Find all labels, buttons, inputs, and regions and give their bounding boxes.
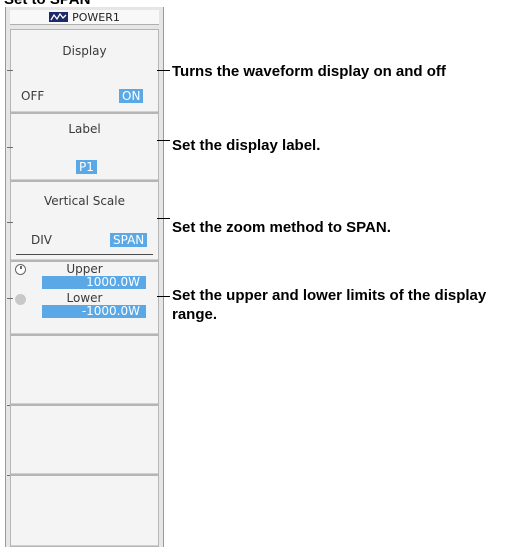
vertical-scale-span-option[interactable]: SPAN <box>110 233 148 247</box>
display-title: Display <box>62 44 107 58</box>
callout-display: Turns the waveform display on and off <box>172 63 446 80</box>
menu-title: POWER1 <box>72 10 120 24</box>
vertical-scale-softkey[interactable]: Vertical Scale DIV SPAN <box>7 181 159 261</box>
upper-label: Upper <box>66 262 103 276</box>
leader-line-label <box>157 140 170 141</box>
upper-value[interactable]: 1000.0W <box>42 276 146 289</box>
divider <box>16 254 153 255</box>
lower-label: Lower <box>66 291 103 305</box>
leader-line-display <box>157 70 170 71</box>
leader-line-vertical-scale <box>157 218 170 219</box>
empty-softkey-2[interactable] <box>7 405 159 476</box>
label-title: Label <box>68 122 101 136</box>
limits-softkey[interactable]: Upper 1000.0W Lower -1000.0W <box>7 261 159 335</box>
leader-line-limits <box>157 296 170 297</box>
empty-softkey-1[interactable] <box>7 335 159 406</box>
label-value[interactable]: P1 <box>76 160 97 174</box>
callout-vertical-scale: Set the zoom method to SPAN. <box>172 219 391 236</box>
display-softkey[interactable]: Display OFF ON <box>7 29 159 113</box>
waveform-channel-icon <box>49 12 69 22</box>
vertical-scale-title: Vertical Scale <box>43 194 126 208</box>
display-on-option[interactable]: ON <box>119 89 144 103</box>
lower-value[interactable]: -1000.0W <box>42 305 146 318</box>
softkey-menu-panel: POWER1 Display OFF ON Label P1 Vertical … <box>5 7 164 547</box>
callout-limits: Set the upper and lower limits of the di… <box>172 287 487 323</box>
label-softkey[interactable]: Label P1 <box>7 113 159 181</box>
empty-softkey-3[interactable] <box>10 475 159 547</box>
vertical-scale-div-option[interactable]: DIV <box>31 233 52 247</box>
menu-header: POWER1 <box>10 10 159 25</box>
callout-label: Set the display label. <box>172 137 321 154</box>
display-off-option[interactable]: OFF <box>21 89 44 103</box>
